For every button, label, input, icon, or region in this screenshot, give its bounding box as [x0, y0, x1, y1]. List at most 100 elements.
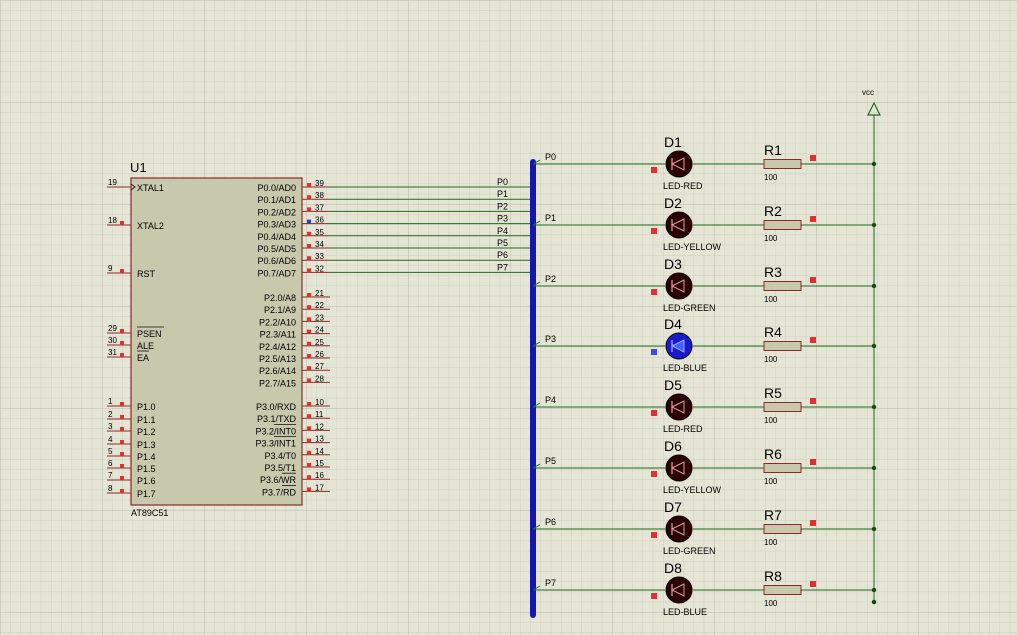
- pin-marker: [307, 378, 311, 383]
- led-body: [665, 150, 693, 178]
- pin-number: 13: [315, 435, 324, 444]
- pin-number: 32: [315, 264, 324, 273]
- pin-number: 6: [108, 459, 113, 468]
- pin-number: 18: [108, 216, 117, 225]
- resistor-value: 100: [764, 477, 778, 486]
- led-type: LED-RED: [663, 424, 703, 434]
- pin-label: P2.5/A13: [259, 354, 296, 364]
- pin-label: P0.2/AD2: [257, 207, 296, 217]
- pin-label: P0.6/AD6: [257, 256, 296, 266]
- pin-number: 9: [108, 264, 113, 273]
- pin-marker: [651, 593, 657, 599]
- pin-marker: [651, 228, 657, 234]
- net-label: P7: [497, 262, 508, 272]
- pin-marker: [120, 329, 124, 333]
- pin-marker: [651, 410, 657, 416]
- pin-marker: [307, 366, 311, 371]
- led-ref: D4: [664, 316, 682, 332]
- pin-marker: [307, 183, 311, 187]
- pin-marker: [810, 216, 816, 222]
- pin-marker: [651, 289, 657, 295]
- pin-marker: [307, 438, 311, 443]
- pin-marker: [307, 268, 311, 273]
- resistor-value: 100: [764, 295, 778, 304]
- pin-marker: [307, 329, 311, 334]
- pin-number: 26: [315, 350, 324, 359]
- pin-number: 38: [315, 191, 324, 200]
- led-ref: D5: [664, 377, 682, 393]
- pin-marker: [120, 476, 124, 480]
- chip-part-label: AT89C51: [131, 508, 168, 518]
- led-ref: D7: [664, 499, 682, 515]
- led-type: LED-BLUE: [663, 363, 707, 373]
- net-label: P1: [545, 213, 556, 223]
- net-label: P0: [497, 177, 508, 187]
- pin-number: 15: [315, 459, 324, 468]
- net-label: P4: [545, 395, 556, 405]
- pin-label: PSEN: [137, 329, 162, 339]
- pin-number: 31: [108, 348, 117, 357]
- pin-label: P3.0/RXD: [256, 402, 297, 412]
- led-ref: D6: [664, 438, 682, 454]
- pin-label: P3.1/TXD: [257, 414, 297, 424]
- pin-number: 21: [315, 289, 324, 298]
- net-label: P4: [497, 226, 508, 236]
- resistor-value: 100: [764, 416, 778, 425]
- pin-number: 39: [315, 179, 324, 188]
- pin-marker: [810, 581, 816, 587]
- net-label: P2: [545, 274, 556, 284]
- pin-marker: [307, 207, 311, 212]
- led-type: LED-GREEN: [663, 546, 716, 556]
- resistor-value: 100: [764, 599, 778, 608]
- pin-label: P3.3/INT1: [255, 439, 296, 449]
- pin-marker: [307, 354, 311, 358]
- pin-marker: [307, 487, 311, 492]
- pin-number: 19: [108, 178, 117, 187]
- pin-label: P1.5: [137, 464, 156, 474]
- pin-marker: [120, 402, 124, 406]
- pin-number: 30: [108, 336, 117, 345]
- pin-marker: [651, 167, 657, 173]
- resistor-body: [763, 341, 802, 351]
- schematic-canvas[interactable]: U1 AT89C51 19XTAL118XTAL29RST29PSEN30ALE…: [0, 0, 1017, 635]
- pin-number: 35: [315, 228, 324, 237]
- pin-marker: [307, 219, 311, 224]
- pin-label: P0.5/AD5: [257, 244, 296, 254]
- pin-label: P2.7/A15: [259, 378, 296, 388]
- led-ref: D2: [664, 195, 682, 211]
- pin-label: P1.2: [137, 427, 156, 437]
- pin-number: 8: [108, 484, 113, 493]
- pin-label: P0.4/AD4: [257, 232, 296, 242]
- pin-marker: [120, 427, 124, 431]
- resistor-body: [763, 220, 802, 230]
- pin-label: RST: [137, 269, 156, 279]
- pin-marker: [810, 337, 816, 343]
- pin-marker: [307, 475, 311, 480]
- microcontroller-u1[interactable]: U1 AT89C51 19XTAL118XTAL29RST29PSEN30ALE…: [107, 160, 330, 518]
- pin-marker: [307, 463, 311, 467]
- pin-number: 34: [315, 240, 324, 249]
- pin-label: P1.0: [137, 402, 156, 412]
- led-body: [665, 211, 693, 239]
- pin-marker: [307, 402, 311, 406]
- pin-number: 17: [315, 483, 324, 492]
- pin-number: 33: [315, 252, 324, 261]
- pin-marker: [307, 426, 311, 431]
- pin-number: 3: [108, 422, 113, 431]
- pin-number: 11: [315, 410, 324, 419]
- pin-marker: [307, 317, 311, 322]
- pin-label: P0.1/AD1: [257, 195, 296, 205]
- pin-marker: [307, 231, 311, 236]
- pin-number: 23: [315, 313, 324, 322]
- pin-label: P2.1/A9: [264, 305, 296, 315]
- pin-number: 24: [315, 326, 324, 335]
- pin-label: P3.5/T1: [264, 463, 296, 473]
- pin-label: P1.3: [137, 440, 156, 450]
- led-body: [665, 454, 693, 482]
- led-ref: D3: [664, 256, 682, 272]
- net-label: P2: [497, 201, 508, 211]
- pin-label: P2.3/A11: [260, 330, 296, 340]
- resistor-ref: R1: [764, 142, 782, 158]
- pin-marker: [307, 305, 311, 310]
- led-ref: D8: [664, 560, 682, 576]
